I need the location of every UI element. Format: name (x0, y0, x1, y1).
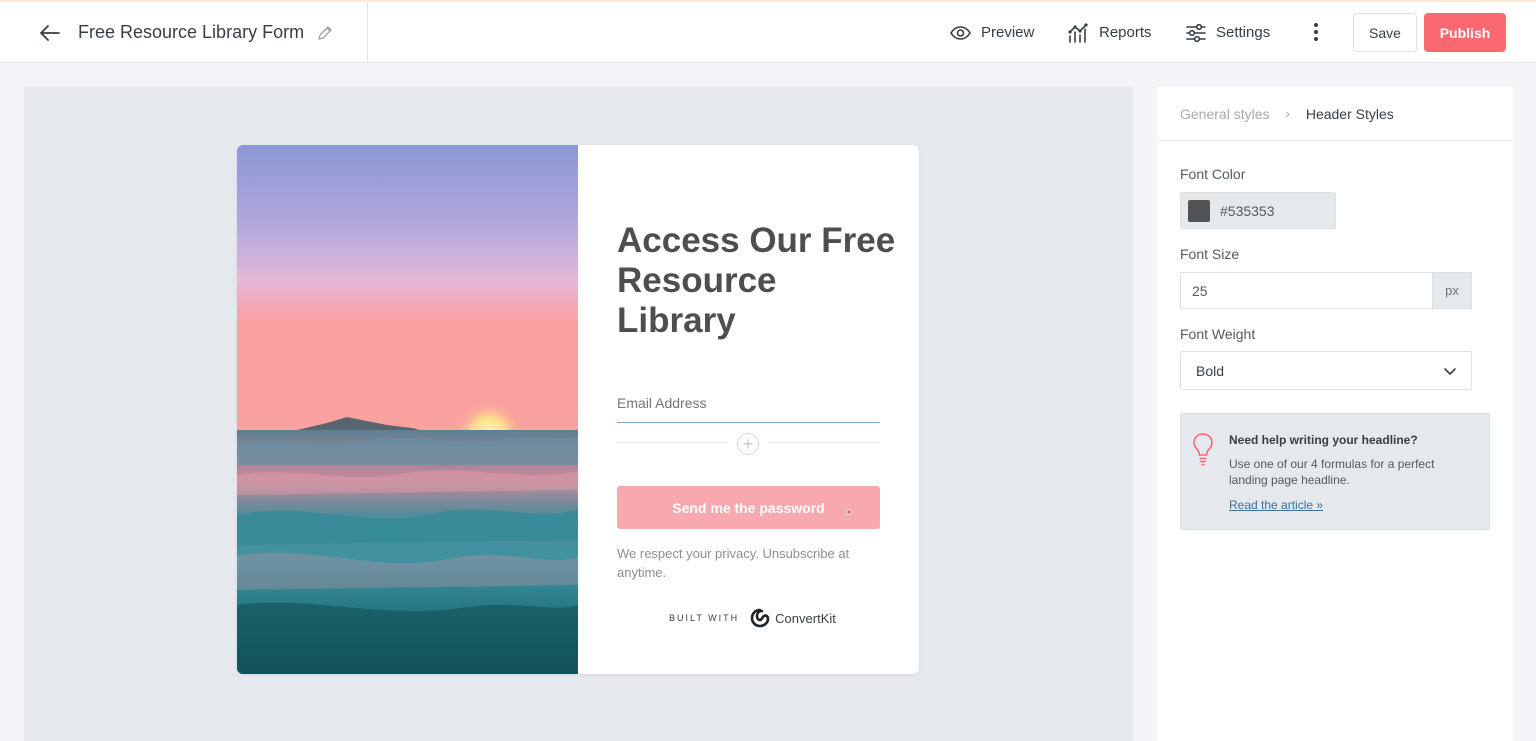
pencil-icon[interactable] (316, 24, 334, 42)
top-bar: Free Resource Library Form Preview Repor… (0, 0, 1536, 63)
font-weight-select[interactable]: Bold (1180, 351, 1472, 390)
divider (771, 442, 880, 443)
color-swatch (1188, 199, 1210, 222)
convertkit-name: ConvertKit (775, 610, 836, 626)
font-weight-label: Font Weight (1180, 326, 1256, 342)
style-panel: General styles › Header Styles Font Colo… (1157, 87, 1513, 741)
built-with-label: BUILT WITH (669, 613, 740, 623)
preview-button[interactable]: Preview (950, 2, 1034, 63)
font-size-label: Font Size (1180, 246, 1240, 262)
preview-label: Preview (981, 24, 1035, 41)
kebab-menu-icon[interactable] (1308, 20, 1324, 44)
lightbulb-icon (1192, 432, 1214, 466)
reports-button[interactable]: Reports (1068, 2, 1152, 63)
reports-label: Reports (1099, 24, 1152, 41)
settings-label: Settings (1216, 24, 1271, 41)
breadcrumb: General styles › Header Styles (1157, 87, 1513, 141)
read-article-link[interactable]: Read the article » (1229, 498, 1323, 512)
email-field[interactable] (617, 383, 880, 423)
font-color-picker[interactable]: #535353 (1180, 192, 1336, 229)
title-area: Free Resource Library Form (0, 2, 368, 63)
sliders-icon (1186, 23, 1206, 42)
font-size-input[interactable] (1180, 272, 1432, 309)
eye-icon (950, 25, 971, 40)
font-size-field: px (1180, 272, 1472, 309)
help-text: Use one of our 4 formulas for a perfect … (1229, 457, 1435, 487)
settings-button[interactable]: Settings (1186, 2, 1270, 63)
font-color-value: #535353 (1220, 202, 1275, 219)
font-color-label: Font Color (1180, 166, 1246, 182)
font-weight-value: Bold (1196, 362, 1225, 379)
headline-help-box: Need help writing your headline? Use one… (1180, 413, 1490, 530)
breadcrumb-header-styles: Header Styles (1305, 105, 1394, 122)
form-headline[interactable]: Access Our Free Resource Library (617, 221, 897, 341)
chevron-down-icon (1443, 364, 1457, 378)
form-content: Access Our Free Resource Library + Send … (578, 145, 919, 674)
submit-button-label: Send me the password (672, 499, 825, 516)
convertkit-logo-icon (749, 607, 771, 629)
save-button[interactable]: Save (1353, 13, 1417, 52)
divider (617, 442, 725, 443)
sunset-ocean-image[interactable] (237, 145, 578, 674)
font-size-unit: px (1432, 272, 1472, 309)
chevron-right-icon: › (1285, 106, 1290, 121)
arrow-left-icon[interactable] (38, 21, 62, 45)
form-title: Free Resource Library Form (78, 22, 305, 42)
help-title: Need help writing your headline? (1229, 433, 1418, 447)
submit-button[interactable]: Send me the password (617, 486, 880, 529)
built-with-badge[interactable]: BUILT WITH ConvertKit (669, 607, 836, 629)
breadcrumb-general-styles[interactable]: General styles (1180, 106, 1269, 122)
add-field-plus-icon[interactable]: + (737, 433, 759, 455)
privacy-text[interactable]: We respect your privacy. Unsubscribe at … (617, 544, 877, 582)
publish-button[interactable]: Publish (1424, 13, 1506, 52)
chart-icon (1068, 22, 1088, 43)
form-preview-card[interactable]: Access Our Free Resource Library + Send … (237, 145, 919, 674)
cursor-dot-icon (846, 509, 852, 515)
